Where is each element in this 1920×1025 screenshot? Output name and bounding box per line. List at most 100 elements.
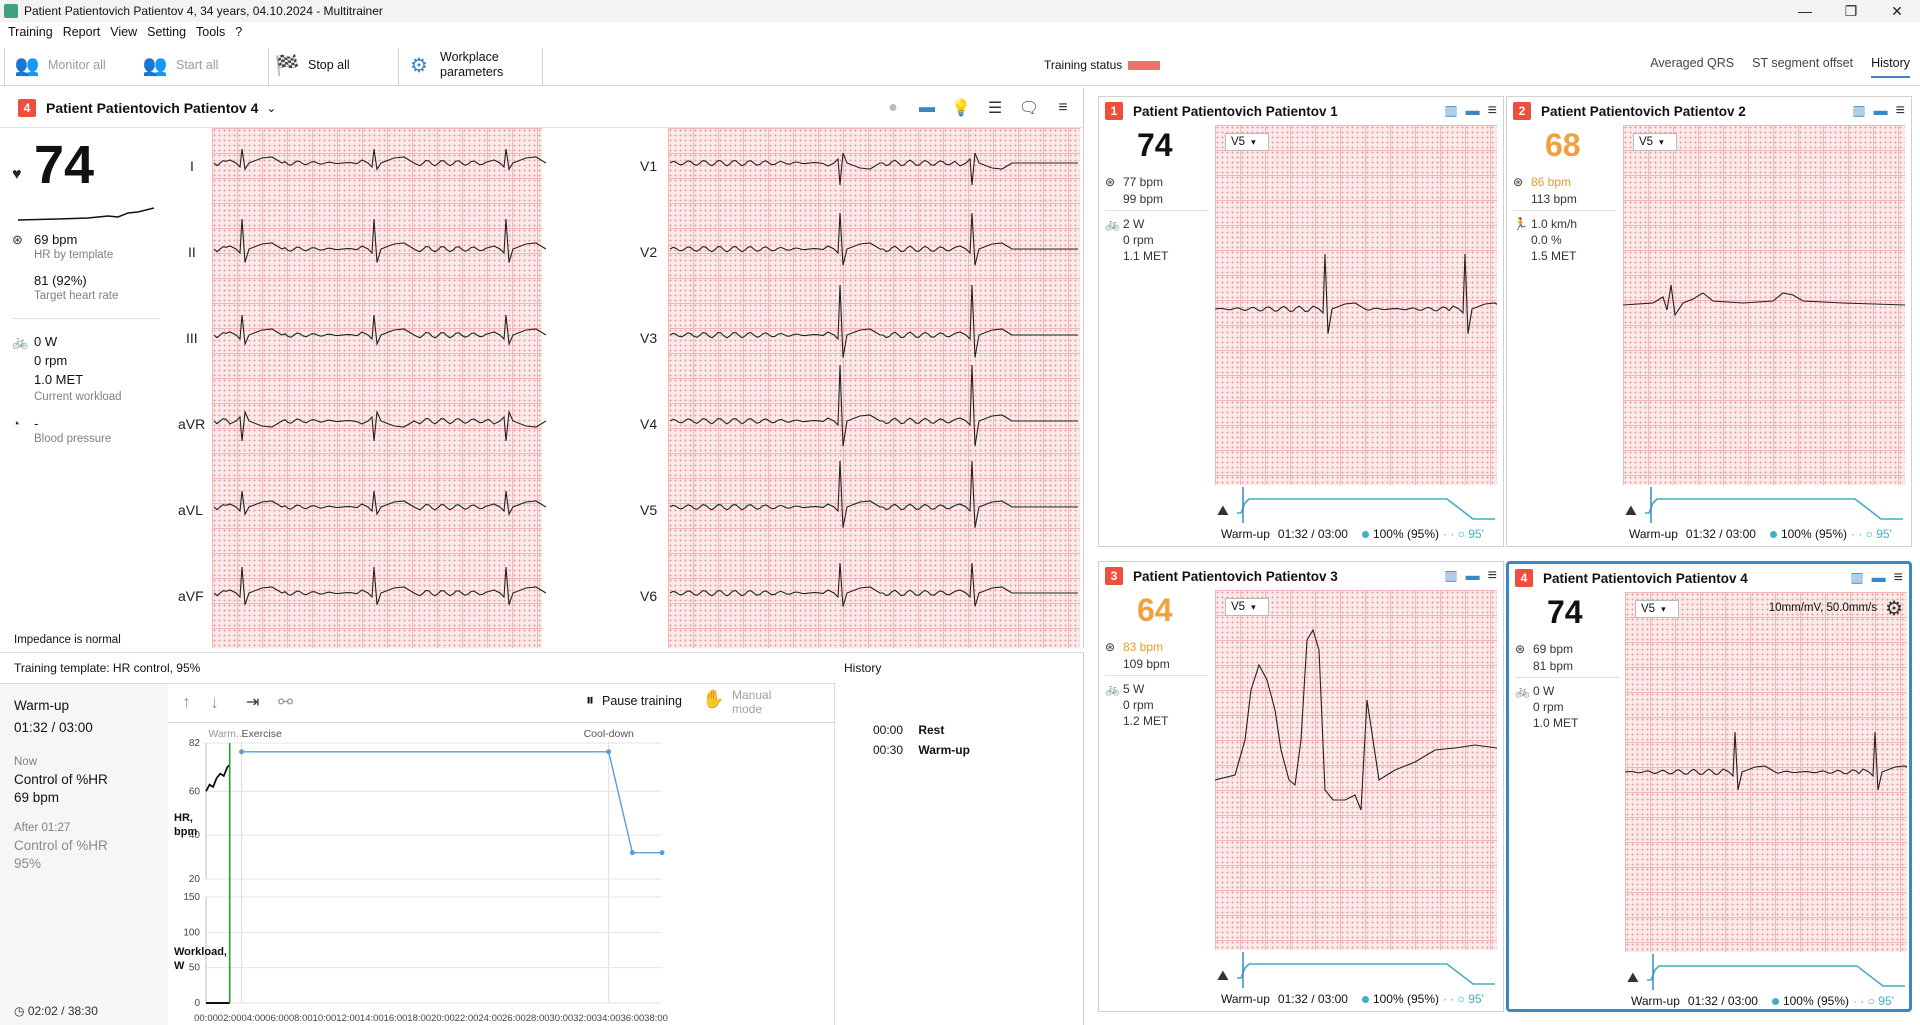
menu-help[interactable]: ?	[235, 25, 242, 39]
tile-footer: Warm-up 01:32 / 03:00 100% (95%) · · ○ 9…	[1623, 527, 1907, 541]
screen-icon[interactable]: ▬	[1466, 102, 1480, 120]
tile-target-hr: 113 bpm	[1531, 192, 1577, 206]
menu-icon[interactable]: ≡	[1894, 569, 1903, 587]
stage-profile-svg: ⛰	[1625, 487, 1903, 523]
move-up-icon[interactable]: ↑	[182, 692, 191, 713]
menu-icon[interactable]: ≡	[1896, 102, 1905, 120]
menu-tools[interactable]: Tools	[196, 25, 225, 39]
lightbulb-icon[interactable]: 💡	[948, 97, 974, 119]
tile-rpm: 0 rpm	[1533, 700, 1564, 714]
tile-workload: 2 W	[1123, 217, 1145, 231]
minimize-button[interactable]: —	[1782, 0, 1828, 22]
tile-tail: · · ○ 95'	[1851, 527, 1892, 541]
tab-averaged-qrs[interactable]: Averaged QRS	[1650, 56, 1734, 78]
x-tick-label: 20:00	[431, 1013, 455, 1024]
tile-header: 3 Patient Patientovich Patientov 3 ▥ ▬ ≡	[1099, 562, 1503, 590]
close-button[interactable]: ✕	[1874, 0, 1920, 22]
target-hr-point[interactable]	[629, 850, 635, 856]
patient-tile[interactable]: 1 Patient Patientovich Patientov 1 ▥ ▬ ≡…	[1098, 96, 1504, 547]
phase-label-warmup: Warm...	[208, 728, 244, 740]
tile-patient-name[interactable]: Patient Patientovich Patientov 1	[1133, 104, 1338, 119]
pause-icon: ⏸	[586, 692, 595, 709]
tile-percent: 100% (95%)	[1782, 994, 1849, 1008]
tile-ecg-trace	[1215, 253, 1497, 334]
status-dot-icon	[1769, 530, 1777, 538]
workload-value: 0 W	[34, 334, 58, 349]
pause-training-button[interactable]: ⏸ Pause training	[586, 692, 682, 710]
menu-report[interactable]: Report	[63, 25, 101, 39]
ruler-icon[interactable]: ☰	[982, 97, 1008, 119]
training-controls: ↑ ↓ ⇥ ⚯ ⏸ Pause training ✋ Manual mode	[168, 683, 836, 723]
stage-profile-svg: ⛰	[1217, 487, 1495, 523]
menu-setting[interactable]: Setting	[147, 25, 186, 39]
tile-ecg-trace-path	[1215, 253, 1497, 334]
screen-icon[interactable]: ▬	[1466, 567, 1480, 585]
workplace-parameters-button[interactable]: ⚙ Workplace parameters	[406, 48, 503, 82]
tile-header: 1 Patient Patientovich Patientov 1 ▥ ▬ ≡	[1099, 97, 1503, 125]
layout-icon[interactable]: ▥	[1444, 102, 1457, 120]
screen-icon[interactable]: ▬	[1874, 102, 1888, 120]
bike-icon: 🚲	[1105, 682, 1120, 696]
comment-icon[interactable]: 🗨	[1016, 97, 1042, 119]
layout-icon[interactable]: ▥	[1852, 102, 1865, 120]
toolbar-separator	[268, 48, 269, 86]
screen-icon[interactable]: ▬	[1872, 569, 1886, 587]
workplace-parameters-label: Workplace parameters	[440, 50, 503, 80]
workplace-line2: parameters	[440, 65, 504, 79]
menu-bar: Training Report View Setting Tools ?	[0, 22, 244, 42]
manual-mode-button[interactable]: ✋ Manual mode	[702, 688, 771, 716]
target-hr-point[interactable]	[659, 850, 665, 856]
stage-profile: ⛰	[1625, 952, 1907, 992]
vitals-panel: ♥ 74 ⊛ 69 bpm HR by template 81 (92%) Ta…	[0, 128, 168, 648]
bike-icon: 🚲	[12, 334, 29, 349]
tile-ecg-trace	[1215, 628, 1497, 811]
screen-icon[interactable]: ▬	[914, 97, 940, 119]
branch-icon[interactable]: ⚯	[278, 692, 293, 713]
target-hr-point[interactable]	[239, 749, 245, 755]
tab-st-segment-offset[interactable]: ST segment offset	[1752, 56, 1853, 78]
monitor-all-button[interactable]: 👥 Monitor all	[14, 48, 106, 82]
patient-name-selector[interactable]: Patient Patientovich Patientov 4	[46, 100, 258, 116]
skip-stage-icon[interactable]: ⇥	[246, 692, 259, 712]
tab-history[interactable]: History	[1871, 56, 1910, 78]
heart-template-icon: ⊛	[1515, 642, 1526, 656]
tile-footer: Warm-up 01:32 / 03:00 100% (95%) · · ○ 9…	[1625, 994, 1909, 1008]
stage-profile-svg: ⛰	[1627, 954, 1905, 990]
maximize-button[interactable]: ❐	[1828, 0, 1874, 22]
layout-icon[interactable]: ▥	[1444, 567, 1457, 585]
tile-patient-name[interactable]: Patient Patientovich Patientov 3	[1133, 569, 1338, 584]
menu-view[interactable]: View	[110, 25, 137, 39]
menu-training[interactable]: Training	[8, 25, 53, 39]
start-people-icon: 👥	[142, 54, 168, 77]
tile-patient-name[interactable]: Patient Patientovich Patientov 2	[1541, 104, 1746, 119]
tile-ecg-grid: V5 ▾	[1215, 125, 1497, 485]
stage-profile-line	[1237, 498, 1495, 520]
history-event: Rest	[918, 723, 945, 737]
tile-header: 4 Patient Patientovich Patientov 4 ▥ ▬ ≡	[1509, 564, 1909, 592]
patient-tile[interactable]: 4 Patient Patientovich Patientov 4 ▥ ▬ ≡…	[1506, 561, 1912, 1012]
heart-template-icon: ⊛	[1105, 175, 1116, 189]
tile-hr-template: 77 bpm	[1123, 175, 1164, 189]
patient-tile[interactable]: 3 Patient Patientovich Patientov 3 ▥ ▬ ≡…	[1098, 561, 1504, 1012]
record-icon[interactable]: ●	[880, 97, 906, 119]
start-all-button[interactable]: 👥 Start all	[142, 48, 219, 82]
toolbar: 👥 Monitor all 👥 Start all 🏁 Stop all ⚙ W…	[0, 44, 1920, 86]
menu-icon[interactable]: ≡	[1488, 567, 1497, 585]
phase-label-cooldown: Cool-down	[584, 728, 634, 740]
hand-icon: ✋	[702, 689, 725, 709]
layout-icon[interactable]: ▥	[1850, 569, 1863, 587]
patient-tile[interactable]: 2 Patient Patientovich Patientov 2 ▥ ▬ ≡…	[1506, 96, 1912, 547]
training-template-label: Training template: HR control, 95%	[14, 661, 201, 675]
menu-icon[interactable]: ≡	[1488, 102, 1497, 120]
menu-icon[interactable]: ≡	[1050, 97, 1076, 119]
impedance-status: Impedance is normal	[14, 634, 121, 646]
tile-patient-name[interactable]: Patient Patientovich Patientov 4	[1543, 571, 1748, 586]
ecg-trace-chest-lead	[669, 212, 1078, 266]
bike-icon: 🚲	[1105, 217, 1120, 231]
target-hr-point[interactable]	[606, 749, 612, 755]
stop-all-button[interactable]: 🏁 Stop all	[274, 48, 350, 82]
training-status-label: Training status	[1044, 58, 1123, 72]
x-tick-label: 32:00	[573, 1013, 597, 1024]
chevron-down-icon[interactable]: ⌄	[266, 101, 276, 115]
move-down-icon[interactable]: ↓	[210, 692, 219, 713]
